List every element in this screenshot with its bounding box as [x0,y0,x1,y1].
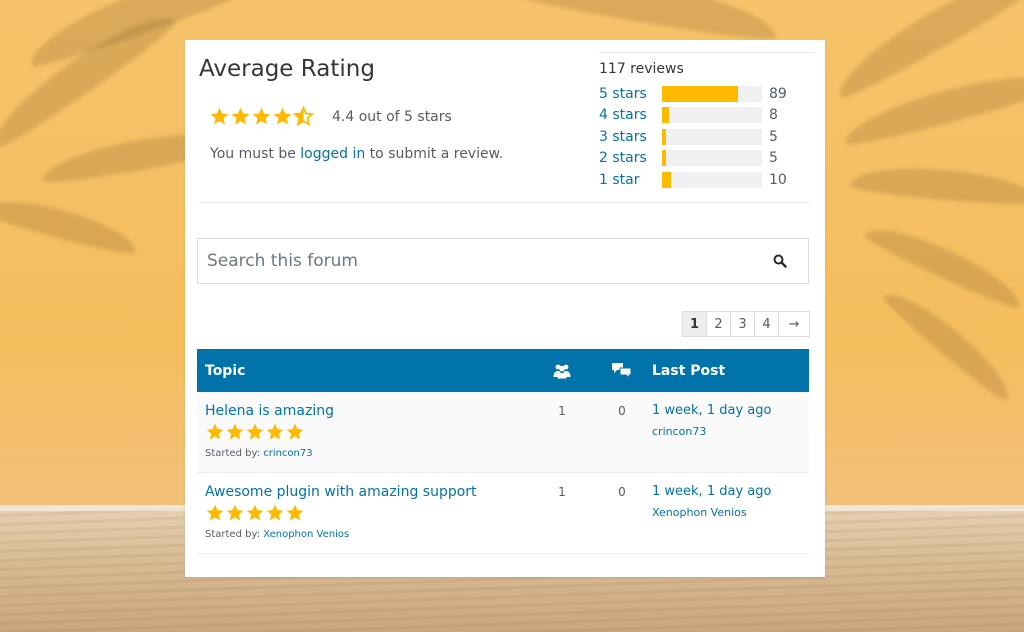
header-topic: Topic [205,362,246,379]
breakdown-count: 89 [769,85,787,102]
comments-icon [612,362,632,379]
breakdown-count: 8 [769,107,778,124]
breakdown-filter-link[interactable]: 3 stars [599,129,662,145]
login-link[interactable]: logged in [300,146,365,162]
star-filled-icon [226,504,244,521]
breakdown-bar [662,150,762,167]
breakdown-bar [662,171,762,188]
average-stars: 4.4 out of 5 stars [209,106,452,127]
breakdown-count: 5 [769,150,778,167]
breakdown-bar-fill [662,85,738,102]
search-button[interactable] [752,239,808,283]
page-link-3[interactable]: 3 [730,311,755,337]
breakdown-count: 5 [769,128,778,145]
voice-count: 1 [558,485,566,499]
breakdown-bar [662,85,762,102]
breakdown-count: 10 [769,171,787,188]
rating-breakdown: 117 reviews 5 stars 89 4 stars 8 3 stars 5 2 s… [599,52,814,191]
header-voices [532,363,592,379]
table-row: Helena is amazing Started by: crincon73 1 0… [197,392,809,473]
topic-author-link[interactable]: Xenophon Venios [263,529,349,540]
last-post-author-link[interactable]: Xenophon Venios [652,506,809,519]
voice-count: 1 [558,404,566,418]
login-note-suffix: to submit a review. [365,146,504,162]
breakdown-filter-link[interactable]: 4 stars [599,107,662,123]
breakdown-bar [662,128,762,145]
forum-search-form [197,238,809,284]
breakdown-bar [662,107,762,124]
pagination: 1 2 3 4 → [682,311,810,337]
started-by: Started by: Xenophon Venios [205,529,532,540]
search-input[interactable] [198,239,752,283]
breakdown-row: 5 stars 89 [599,83,814,105]
topic-star-rating [205,422,532,442]
started-by-label: Started by: [205,448,264,459]
breakdown-row: 1 star 10 [599,169,814,191]
star-filled-icon [246,504,264,521]
header-posts [592,362,652,380]
rating-summary: 4.4 out of 5 stars [332,108,452,125]
topic-title-link[interactable]: Awesome plugin with amazing support [205,484,532,500]
star-filled-icon [206,423,224,440]
topic-cell: Helena is amazing Started by: crincon73 [197,392,532,472]
star-filled-icon [226,423,244,440]
breakdown-row: 3 stars 5 [599,126,814,148]
last-post-author-link[interactable]: crincon73 [652,425,809,438]
reply-count: 0 [618,404,626,418]
review-count: 117 reviews [599,61,684,77]
page-link-1: 1 [682,311,707,337]
star-filled-icon [266,423,284,440]
breakdown-row: 2 stars 5 [599,148,814,170]
star-rating-display [209,106,314,127]
rating-section: Average Rating 4.4 out of 5 stars You mu… [199,40,814,203]
last-post-cell: 1 week, 1 day ago Xenophon Venios [652,473,809,553]
last-post-link[interactable]: 1 week, 1 day ago [652,484,809,499]
star-filled-icon [246,423,264,440]
last-post-link[interactable]: 1 week, 1 day ago [652,403,809,418]
breakdown-bar-fill [662,171,671,188]
breakdown-bar-fill [662,128,666,145]
breakdown-filter-link[interactable]: 1 star [599,172,662,188]
started-by-label: Started by: [205,529,264,540]
star-filled-icon [206,504,224,521]
table-header: Topic Last Post [197,349,809,392]
breakdown-row: 4 stars 8 [599,105,814,127]
reply-count: 0 [618,485,626,499]
next-page-button[interactable]: → [778,311,810,337]
topic-star-rating [205,503,532,523]
breakdown-bar-fill [662,150,666,167]
search-icon [773,254,787,268]
page-link-2[interactable]: 2 [706,311,731,337]
star-filled-icon [266,504,284,521]
star-filled-icon [252,107,271,125]
started-by: Started by: crincon73 [205,448,532,459]
rating-title: Average Rating [199,56,375,82]
star-half-icon [293,106,314,127]
star-filled-icon [286,504,304,521]
topic-cell: Awesome plugin with amazing support Start… [197,473,532,553]
star-filled-icon [210,107,229,125]
breakdown-bar-fill [662,107,669,124]
header-last-post: Last Post [652,362,726,379]
breakdown-filter-link[interactable]: 2 stars [599,150,662,166]
star-filled-icon [273,107,292,125]
page-link-4[interactable]: 4 [754,311,779,337]
star-filled-icon [286,423,304,440]
forum-topics-table: Topic Last Post Helena is amazing Starte… [197,349,809,554]
last-post-cell: 1 week, 1 day ago crincon73 [652,392,809,472]
star-filled-icon [231,107,250,125]
login-note: You must be logged in to submit a review… [210,146,503,162]
table-row: Awesome plugin with amazing support Start… [197,473,809,554]
topic-author-link[interactable]: crincon73 [263,448,312,459]
users-icon [553,364,571,378]
breakdown-filter-link[interactable]: 5 stars [599,86,662,102]
login-note-prefix: You must be [210,146,301,162]
topic-title-link[interactable]: Helena is amazing [205,403,532,419]
reviews-card: Average Rating 4.4 out of 5 stars You mu… [185,40,825,577]
